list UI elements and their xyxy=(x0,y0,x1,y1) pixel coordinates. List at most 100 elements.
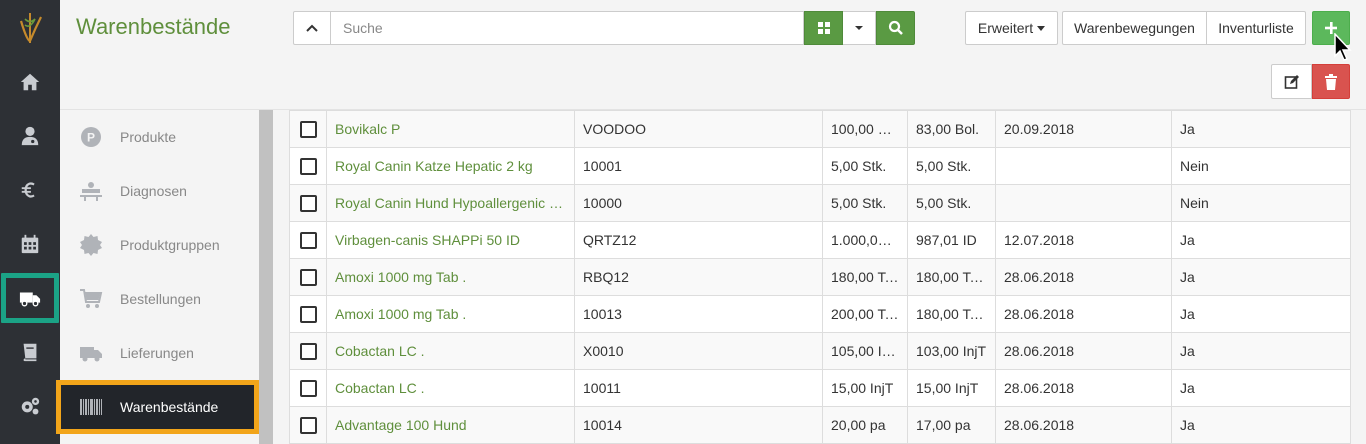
cell-qty1: 5,00 Stk. xyxy=(822,147,908,185)
product-p-icon: P xyxy=(78,124,104,150)
nav-inventory[interactable] xyxy=(0,271,60,325)
cell-qty2: 180,00 Ta... xyxy=(907,295,996,333)
badge-icon xyxy=(78,232,104,258)
cell-qty2: 103,00 InjT xyxy=(907,332,996,370)
table-row[interactable]: Royal Canin Katze Hepatic 2 kg 10001 5,00 … xyxy=(289,147,1351,185)
subnav-scroll-thumb[interactable] xyxy=(259,110,273,444)
sub-navigation: P Produkte Diagnosen Produktgruppen Best… xyxy=(56,110,259,444)
cell-date: 20.09.2018 xyxy=(995,110,1172,148)
nav-home[interactable] xyxy=(0,55,60,109)
cell-code: X0010 xyxy=(574,332,823,370)
table-row[interactable]: Amoxi 1000 mg Tab . 10013 200,00 Ta... 180,… xyxy=(289,295,1351,333)
row-checkbox[interactable] xyxy=(299,342,317,360)
cell-flag: Ja xyxy=(1171,295,1351,333)
cell-qty2: 15,00 InjT xyxy=(907,369,996,407)
row-checkbox[interactable] xyxy=(299,379,317,397)
subnav-label: Lieferungen xyxy=(120,345,194,361)
delete-button[interactable] xyxy=(1312,64,1350,99)
table-row[interactable]: Cobactan LC . X0010 105,00 InjT 103,00 InjT… xyxy=(289,332,1351,370)
row-checkbox[interactable] xyxy=(299,120,317,138)
table-row[interactable]: Bovikalc P VOODOO 100,00 Bol. 83,00 Bol. 20.… xyxy=(289,110,1351,148)
cell-name[interactable]: Cobactan LC . xyxy=(326,332,575,370)
cell-qty2: 5,00 Stk. xyxy=(907,147,996,185)
search-input[interactable] xyxy=(331,11,804,45)
row-checkbox[interactable] xyxy=(299,416,317,434)
cell-qty1: 100,00 Bol. xyxy=(822,110,908,148)
search-button[interactable] xyxy=(876,11,915,45)
table-row[interactable]: Virbagen-canis SHAPPi 50 ID QRTZ12 1.000,0… xyxy=(289,221,1351,259)
inventurliste-button[interactable]: Inventurliste xyxy=(1206,11,1306,45)
grid-view-button[interactable] xyxy=(804,11,843,45)
erweitert-button[interactable]: Erweitert xyxy=(965,11,1058,45)
cell-name[interactable]: Royal Canin Hund Hypoallergenic 1... xyxy=(326,184,575,222)
nav-book[interactable] xyxy=(0,325,60,379)
cell-name[interactable]: Cobactan LC . xyxy=(326,369,575,407)
user-md-icon xyxy=(21,126,39,146)
cell-qty2: 5,00 Stk. xyxy=(907,184,996,222)
cell-name[interactable]: Amoxi 1000 mg Tab . xyxy=(326,258,575,296)
active-highlight xyxy=(1,273,59,323)
cell-date: 28.06.2018 xyxy=(995,406,1172,444)
cell-name[interactable]: Advantage 100 Hund xyxy=(326,406,575,444)
view-dropdown-button[interactable] xyxy=(843,11,876,45)
row-checkbox[interactable] xyxy=(299,268,317,286)
row-checkbox[interactable] xyxy=(299,194,317,212)
row-checkbox-cell xyxy=(289,406,327,444)
barcode-icon xyxy=(78,394,104,420)
cell-code: 10011 xyxy=(574,369,823,407)
subnav-item-bestellungen[interactable]: Bestellungen xyxy=(60,272,259,326)
cell-qty2: 83,00 Bol. xyxy=(907,110,996,148)
cell-code: QRTZ12 xyxy=(574,221,823,259)
stock-table: Bovikalc P VOODOO 100,00 Bol. 83,00 Bol. 20.… xyxy=(289,110,1351,444)
row-checkbox[interactable] xyxy=(299,305,317,323)
svg-text:P: P xyxy=(87,131,95,145)
row-checkbox-cell xyxy=(289,295,327,333)
cell-flag: Ja xyxy=(1171,406,1351,444)
nav-finance[interactable] xyxy=(0,163,60,217)
table-row[interactable]: Amoxi 1000 mg Tab . RBQ12 180,00 Ta... 180,… xyxy=(289,258,1351,296)
row-checkbox-cell xyxy=(289,184,327,222)
cell-name[interactable]: Amoxi 1000 mg Tab . xyxy=(326,295,575,333)
cell-flag: Ja xyxy=(1171,369,1351,407)
subnav-label: Bestellungen xyxy=(120,291,201,307)
cell-date: 28.06.2018 xyxy=(995,295,1172,333)
mouse-cursor-icon xyxy=(1334,33,1352,61)
subnav-item-warenbestaende[interactable]: Warenbestände xyxy=(56,380,259,434)
cell-flag: Nein xyxy=(1171,147,1351,185)
page-title: Warenbestände xyxy=(76,14,231,39)
top-bar: Warenbestände Erweitert Warenbewegungen … xyxy=(60,0,1366,110)
collapse-toggle-button[interactable] xyxy=(293,11,331,45)
subnav-item-produktgruppen[interactable]: Produktgruppen xyxy=(60,218,259,272)
edit-button[interactable] xyxy=(1271,64,1312,99)
app-logo[interactable] xyxy=(0,0,60,55)
cell-date: 28.06.2018 xyxy=(995,332,1172,370)
euro-icon xyxy=(21,182,35,198)
cell-qty2: 987,01 ID xyxy=(907,221,996,259)
cell-qty1: 20,00 pa xyxy=(822,406,908,444)
table-row[interactable]: Cobactan LC . 10011 15,00 InjT 15,00 InjT 28… xyxy=(289,369,1351,407)
nav-settings[interactable] xyxy=(0,379,60,433)
subnav-item-diagnosen[interactable]: Diagnosen xyxy=(60,164,259,218)
cell-qty1: 5,00 Stk. xyxy=(822,184,908,222)
row-checkbox[interactable] xyxy=(299,157,317,175)
cell-name[interactable]: Virbagen-canis SHAPPi 50 ID xyxy=(326,221,575,259)
cell-qty1: 105,00 InjT xyxy=(822,332,908,370)
table-row[interactable]: Royal Canin Hund Hypoallergenic 1... 1000… xyxy=(289,184,1351,222)
subnav-item-lieferungen[interactable]: Lieferungen xyxy=(60,326,259,380)
row-checkbox[interactable] xyxy=(299,231,317,249)
nav-patients[interactable] xyxy=(0,109,60,163)
cell-flag: Ja xyxy=(1171,332,1351,370)
cell-qty1: 180,00 Ta... xyxy=(822,258,908,296)
cell-name[interactable]: Bovikalc P xyxy=(326,110,575,148)
subnav-item-produkte[interactable]: P Produkte xyxy=(60,110,259,164)
cell-name[interactable]: Royal Canin Katze Hepatic 2 kg xyxy=(326,147,575,185)
row-checkbox-cell xyxy=(289,147,327,185)
edit-icon xyxy=(1284,74,1299,89)
cell-code: 10013 xyxy=(574,295,823,333)
search-icon xyxy=(888,20,903,35)
subnav-label: Produkte xyxy=(120,129,177,145)
nav-calendar[interactable] xyxy=(0,217,60,271)
warenbewegungen-button[interactable]: Warenbewegungen xyxy=(1062,11,1207,45)
row-checkbox-cell xyxy=(289,369,327,407)
table-row[interactable]: Advantage 100 Hund 10014 20,00 pa 17,00 pa 2… xyxy=(289,406,1351,444)
